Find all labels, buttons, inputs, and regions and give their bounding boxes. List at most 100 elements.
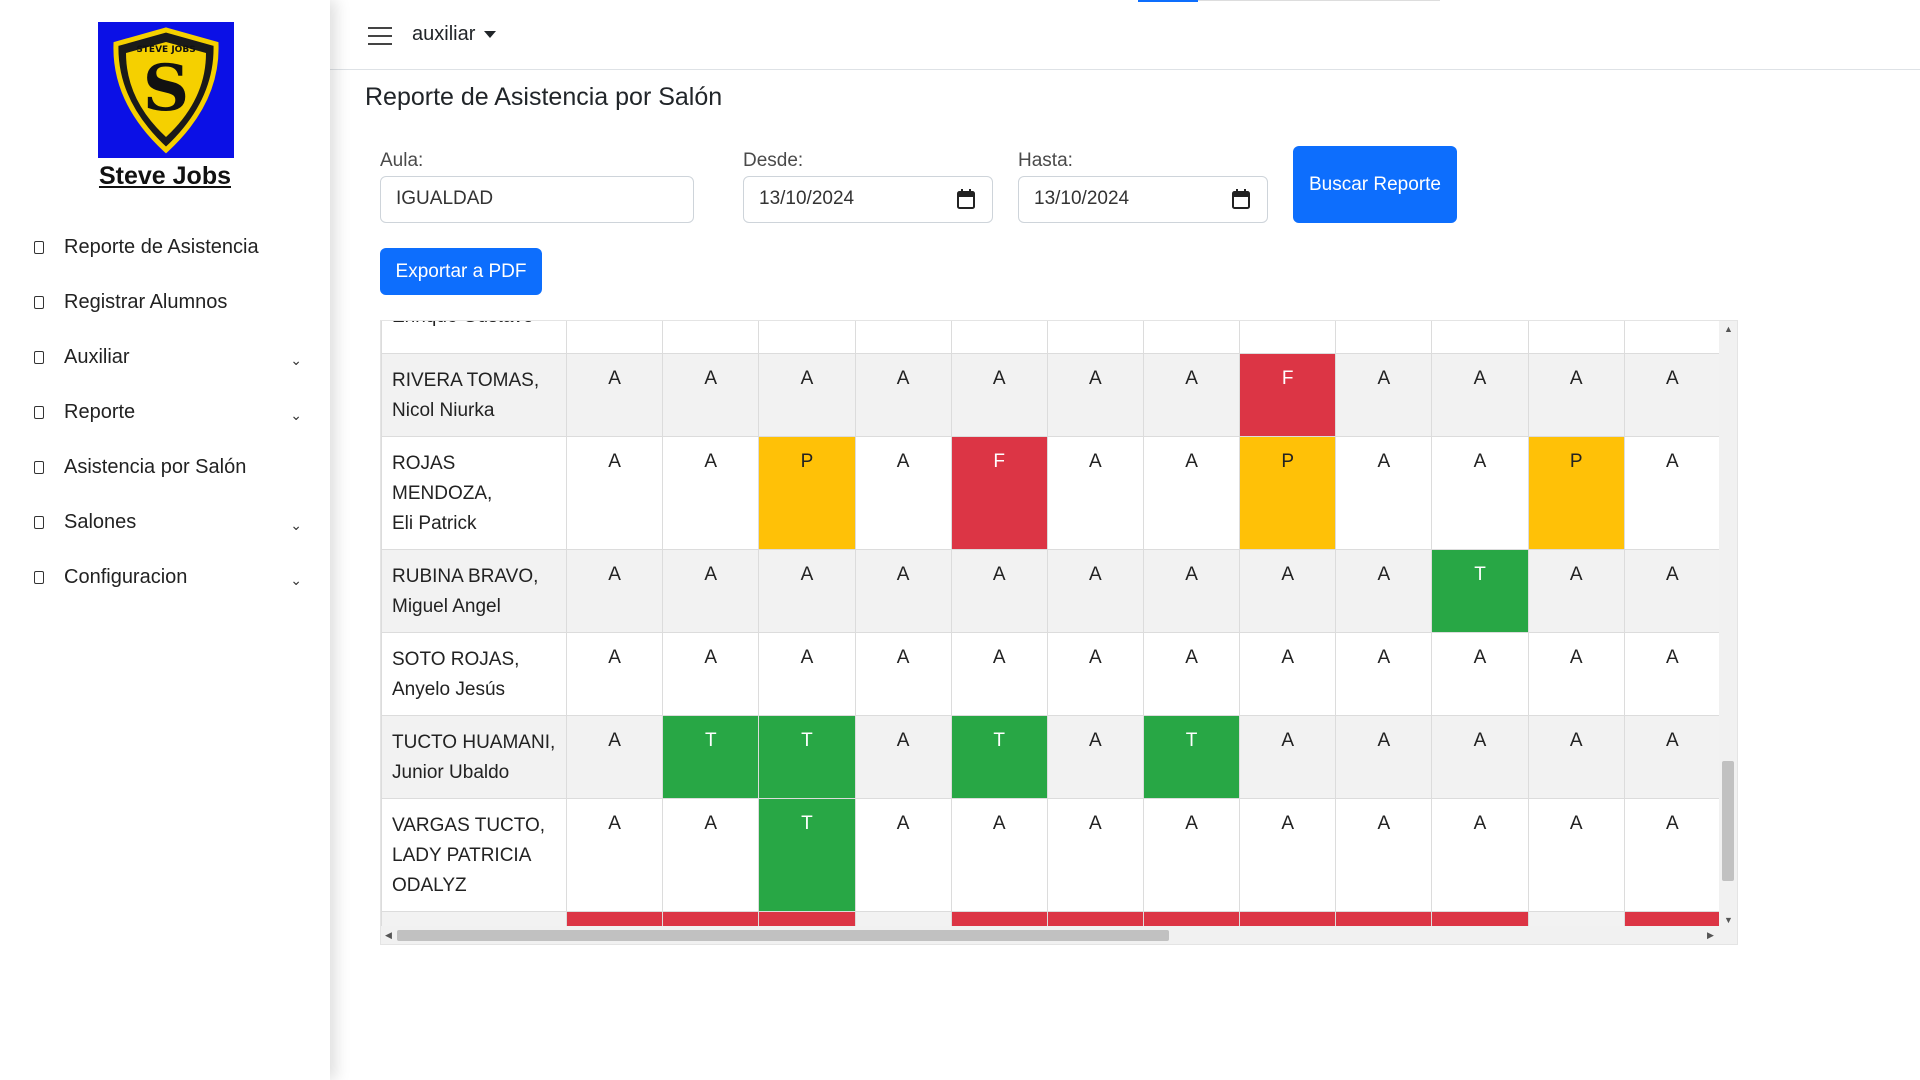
attendance-cell: A — [950, 353, 1048, 437]
student-name-line: Miguel Angel — [392, 596, 501, 617]
desde-label: Desde: — [743, 150, 804, 171]
attendance-cell: A — [1239, 715, 1337, 799]
user-name: auxiliar — [412, 23, 476, 45]
student-name-cell: VARGAS TUCTO, LADY PATRICIA ODALYZ — [381, 798, 568, 912]
aula-label: Aula: — [380, 150, 424, 171]
school-logo: S STEVE JOBS — [98, 22, 234, 158]
sidebar-item-reporte-asistencia[interactable]: Reporte de Asistencia — [0, 220, 330, 275]
table-row: VARGAS TUCTO, LADY PATRICIA ODALYZ A A T A A A A A… — [381, 798, 1721, 912]
sidebar-nav: Reporte de Asistencia Registrar Alumnos … — [0, 220, 330, 605]
sidebar-item-label: Asistencia por Salón — [64, 456, 247, 478]
student-name-line: Junior Ubaldo — [392, 762, 510, 783]
page-title: Reporte de Asistencia por Salón — [365, 83, 723, 111]
attendance-cell: A — [854, 632, 952, 716]
student-name-cell: ROJAS MENDOZA, Eli Patrick — [381, 436, 568, 550]
scroll-up-icon[interactable]: ▲ — [1724, 324, 1733, 334]
attendance-cell: A — [1335, 549, 1433, 633]
student-name-cell: RIVERA TOMAS, Nicol Niurka — [381, 353, 568, 437]
vertical-scrollbar[interactable]: ▲ ▼ — [1719, 321, 1737, 928]
attendance-cell — [950, 321, 1048, 354]
attendance-cell: T — [758, 798, 856, 912]
horizontal-scroll-thumb[interactable] — [397, 930, 1169, 941]
attendance-cell: P — [758, 436, 856, 550]
menu-item-icon — [34, 571, 44, 584]
sidebar-item-configuracion[interactable]: Configuracion ⌄ — [0, 550, 330, 605]
desde-date-input[interactable]: 13/10/2024 — [743, 176, 993, 223]
student-name-line: SOTO ROJAS, — [392, 649, 520, 670]
menu-item-icon — [34, 296, 44, 309]
attendance-cell — [1142, 321, 1241, 354]
attendance-cell: A — [566, 798, 664, 912]
attendance-cell — [662, 321, 760, 354]
student-name-line: Anyelo Jesús — [392, 679, 506, 700]
attendance-cell: A — [1046, 549, 1144, 633]
scroll-right-icon[interactable]: ▶ — [1707, 930, 1714, 940]
sidebar-item-reporte[interactable]: Reporte ⌄ — [0, 385, 330, 440]
attendance-cell: A — [1431, 353, 1529, 437]
attendance-cell: A — [1527, 549, 1625, 633]
attendance-cell: A — [566, 715, 664, 799]
attendance-cell: A — [1046, 715, 1144, 799]
attendance-cell: T — [950, 715, 1048, 799]
brand-name[interactable]: Steve Jobs — [0, 162, 330, 191]
attendance-cell: A — [1335, 715, 1433, 799]
menu-item-icon — [34, 241, 44, 254]
calendar-icon[interactable] — [1232, 189, 1250, 209]
scroll-left-icon[interactable]: ◀ — [385, 930, 392, 940]
menu-item-icon — [34, 461, 44, 474]
attendance-cell: A — [1046, 353, 1144, 437]
attendance-cell — [1431, 321, 1529, 354]
attendance-cell — [1046, 321, 1144, 354]
student-name-line: RIVERA TOMAS, — [392, 370, 540, 391]
table-row: RIVERA TOMAS, Nicol Niurka A A A A A A A F A A A A — [381, 353, 1721, 437]
attendance-cell: A — [1142, 632, 1241, 716]
attendance-cell — [1335, 321, 1433, 354]
table-row: SOTO ROJAS, Anyelo Jesús A A A A A A A A A A A A — [381, 632, 1721, 716]
attendance-cell: T — [1431, 549, 1529, 633]
attendance-cell: A — [1431, 798, 1529, 912]
sidebar-item-asistencia-salon[interactable]: Asistencia por Salón — [0, 440, 330, 495]
attendance-cell: P — [1239, 436, 1337, 550]
top-navbar: auxiliar — [330, 0, 1920, 70]
aula-value: IGUALDAD — [396, 188, 494, 209]
user-dropdown[interactable]: auxiliar — [412, 23, 497, 46]
progress-track — [1198, 0, 1440, 1]
attendance-cell: A — [1239, 632, 1337, 716]
attendance-cell: A — [1623, 632, 1721, 716]
attendance-cell: A — [1239, 549, 1337, 633]
sidebar-item-label: Auxiliar — [64, 346, 130, 368]
table-row: ROJAS MENDOZA, Eli Patrick A A P A F A A P A A P A — [381, 436, 1721, 550]
scroll-down-icon[interactable]: ▼ — [1724, 915, 1733, 925]
horizontal-scrollbar[interactable]: ◀ ▶ — [381, 926, 1721, 944]
chevron-down-icon: ⌄ — [290, 517, 302, 533]
table-row: TUCTO HUAMANI, Junior Ubaldo A T T A T A T A A A A A — [381, 715, 1721, 799]
attendance-cell: A — [854, 436, 952, 550]
sidebar-item-label: Configuracion — [64, 566, 188, 588]
attendance-cell: A — [662, 353, 760, 437]
sidebar-item-auxiliar[interactable]: Auxiliar ⌄ — [0, 330, 330, 385]
attendance-cell: A — [950, 798, 1048, 912]
caret-down-icon — [484, 31, 497, 39]
calendar-icon[interactable] — [957, 189, 975, 209]
student-name-cell: RUBINA BRAVO, Miguel Angel — [381, 549, 568, 633]
table-row: Enrique Gustavo — [381, 321, 1721, 354]
attendance-cell: A — [566, 436, 664, 550]
attendance-cell: A — [758, 632, 856, 716]
sidebar-item-salones[interactable]: Salones ⌄ — [0, 495, 330, 550]
hasta-date-input[interactable]: 13/10/2024 — [1018, 176, 1268, 223]
menu-item-icon — [34, 516, 44, 529]
sidebar-item-registrar-alumnos[interactable]: Registrar Alumnos — [0, 275, 330, 330]
chevron-down-icon: ⌄ — [290, 572, 302, 588]
vertical-scroll-thumb[interactable] — [1722, 761, 1734, 881]
menu-toggle-icon[interactable] — [368, 27, 392, 47]
attendance-cell — [566, 321, 664, 354]
attendance-table-container[interactable]: Enrique Gustavo RIVERA TOMAS, Nicol Niurka… — [380, 320, 1738, 945]
aula-field[interactable]: IGUALDAD — [380, 176, 694, 223]
buscar-reporte-button[interactable]: Buscar Reporte — [1293, 146, 1457, 223]
attendance-cell: A — [1335, 632, 1433, 716]
student-name-line: TUCTO HUAMANI, — [392, 732, 556, 753]
attendance-cell: T — [758, 715, 856, 799]
export-pdf-button[interactable]: Exportar a PDF — [380, 248, 542, 295]
sidebar-item-label: Registrar Alumnos — [64, 291, 228, 313]
attendance-cell: A — [566, 549, 664, 633]
